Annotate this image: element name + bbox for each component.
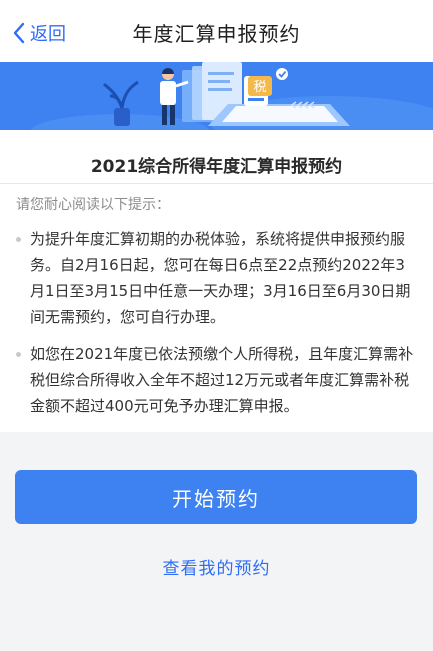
navigation-bar: 返回 年度汇算申报预约: [0, 0, 433, 62]
check-bubble-icon: [276, 68, 288, 80]
tax-illustration: 税: [0, 62, 433, 130]
bullet-dot-icon: [16, 237, 21, 242]
notice-card: 2021综合所得年度汇算申报预约 请您耐心阅读以下提示： 为提升年度汇算初期的办…: [0, 130, 433, 432]
start-reservation-button[interactable]: 开始预约: [15, 470, 417, 524]
tax-badge-icon: 税: [248, 76, 272, 96]
svg-text:税: 税: [253, 80, 266, 95]
bullet-dot-icon: [16, 352, 21, 357]
hint-text: 请您耐心阅读以下提示：: [16, 197, 170, 213]
tip-item: 为提升年度汇算初期的办税体验，系统将提供申报预约服务。自2月16日起，您可在每日…: [30, 230, 411, 326]
banner-illustration: 税: [0, 62, 433, 130]
tip-item: 如您在2021年度已依法预缴个人所得税，且年度汇算需补税但综合所得收入全年不超过…: [30, 345, 414, 415]
divider: [0, 183, 433, 184]
page-title: 年度汇算申报预约: [132, 22, 301, 46]
view-my-reservation-link[interactable]: 查看我的预约: [0, 554, 433, 579]
card-title: 2021综合所得年度汇算申报预约: [90, 157, 343, 177]
